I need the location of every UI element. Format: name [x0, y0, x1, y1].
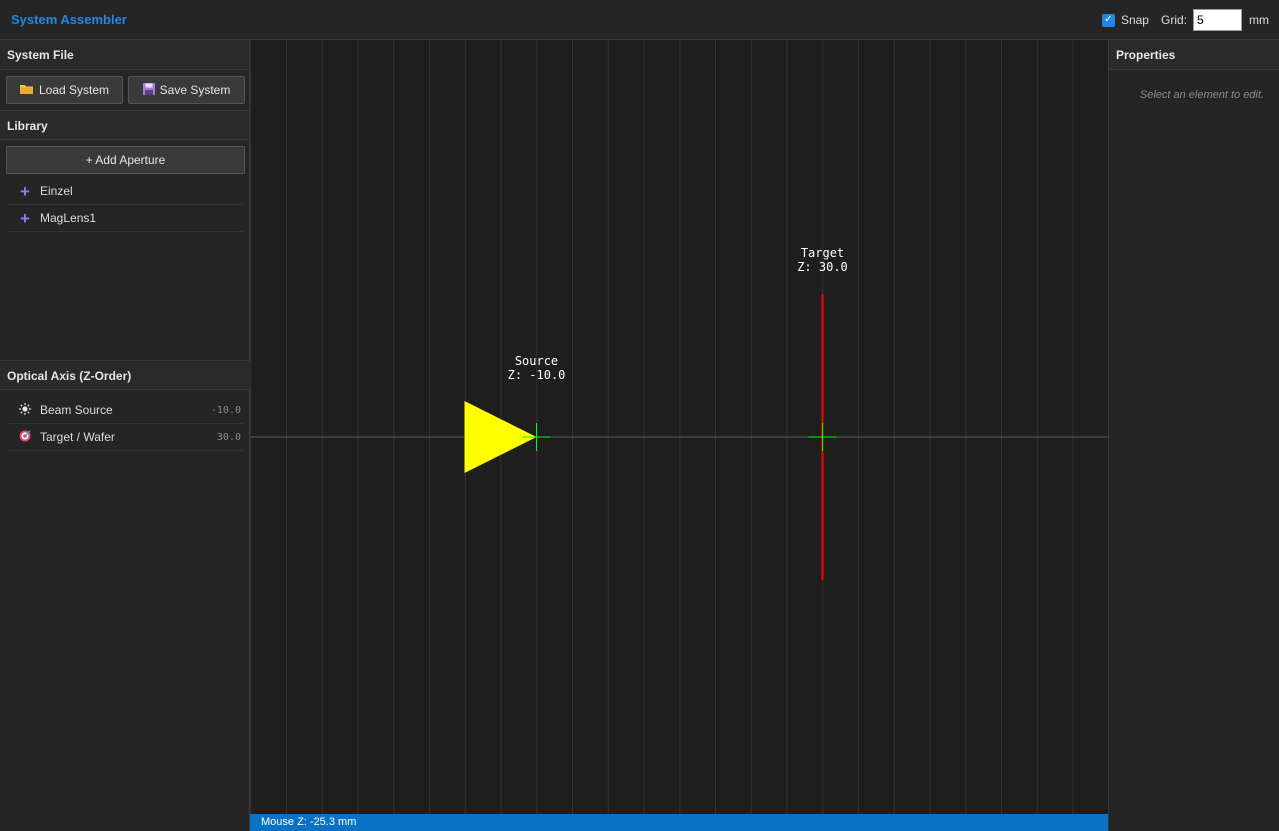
- grid-label: Grid:: [1160, 13, 1187, 27]
- axis-item-beam-source[interactable]: Beam Source -10.0: [8, 397, 244, 424]
- snap-checkbox[interactable]: ✓: [1101, 13, 1115, 27]
- axis-item-z: -10.0: [210, 404, 241, 416]
- library-list: + Einzel + MagLens1: [8, 178, 244, 232]
- plus-icon: +: [20, 181, 30, 201]
- toolbar-controls: ✓ Snap Grid: mm: [1101, 9, 1269, 31]
- library-item-maglens1[interactable]: + MagLens1: [8, 205, 244, 232]
- source-name-label: Source: [515, 354, 558, 368]
- status-bar: Mouse Z: -25.3 mm: [250, 814, 1108, 831]
- left-sidebar: System File Load System Save System Libr…: [0, 40, 250, 831]
- optical-axis-header: Optical Axis (Z-Order): [0, 360, 250, 390]
- axis-item-target-wafer[interactable]: Target / Wafer 30.0: [8, 424, 244, 451]
- top-bar: System Assembler ✓ Snap Grid: mm: [0, 0, 1279, 40]
- axis-item-label: Target / Wafer: [40, 430, 115, 444]
- file-buttons: Load System Save System: [6, 76, 245, 104]
- system-file-header: System File: [0, 40, 249, 70]
- optical-axis-list: Beam Source -10.0 Target / Wafer 30.0: [8, 397, 244, 451]
- properties-empty-message: Select an element to edit.: [1139, 89, 1264, 101]
- add-aperture-button[interactable]: + Add Aperture: [6, 146, 245, 174]
- floppy-disk-icon: [142, 82, 155, 98]
- properties-header: Properties: [1109, 40, 1279, 70]
- assembly-canvas[interactable]: Source Z: -10.0 Target Z: 30.0: [250, 40, 1108, 814]
- app-title: System Assembler: [11, 12, 127, 27]
- library-item-einzel[interactable]: + Einzel: [8, 178, 244, 205]
- grid-unit: mm: [1249, 13, 1269, 27]
- save-system-button[interactable]: Save System: [128, 76, 245, 104]
- right-sidebar: Properties Select an element to edit.: [1108, 40, 1279, 831]
- source-z-label: Z: -10.0: [508, 368, 566, 382]
- snap-label: Snap: [1120, 13, 1149, 27]
- axis-item-z: 30.0: [216, 431, 241, 443]
- mouse-position-readout: Mouse Z: -25.3 mm: [261, 816, 357, 828]
- library-item-label: MagLens1: [40, 211, 97, 225]
- library-item-label: Einzel: [40, 184, 73, 198]
- save-system-label: Save System: [159, 83, 231, 97]
- axis-item-label: Beam Source: [40, 403, 113, 417]
- library-header: Library: [0, 110, 249, 140]
- sun-icon: [17, 402, 33, 418]
- target-crosshair: [808, 423, 837, 451]
- target-z-label: Z: 30.0: [797, 260, 848, 274]
- target-icon: [17, 430, 33, 445]
- target-name-label: Target: [801, 246, 844, 260]
- plus-icon: +: [20, 208, 30, 228]
- source-crosshair: [522, 423, 551, 451]
- grid-lines: [250, 40, 1074, 814]
- canvas-drawing[interactable]: Source Z: -10.0 Target Z: 30.0: [250, 40, 1108, 814]
- load-system-button[interactable]: Load System: [6, 76, 123, 104]
- load-system-label: Load System: [38, 83, 110, 97]
- grid-input[interactable]: [1193, 9, 1242, 31]
- folder-icon: [19, 83, 34, 98]
